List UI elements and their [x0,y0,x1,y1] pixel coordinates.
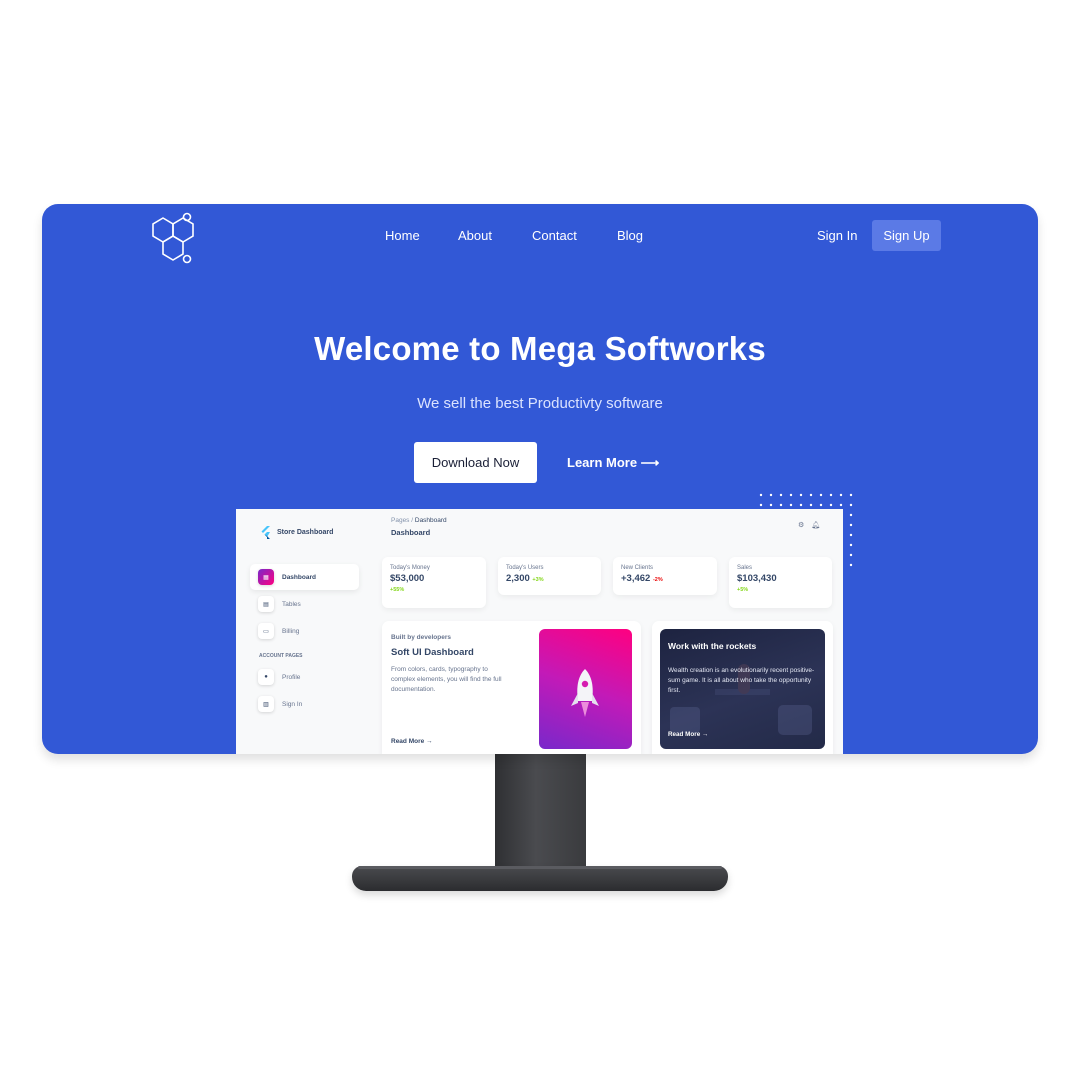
dashboard-brand[interactable]: Store Dashboard [260,526,333,539]
sidebar-item-sign-in[interactable]: ▥ Sign In [250,691,359,717]
sidebar-item-tables[interactable]: ▤ Tables [250,591,359,617]
stat-card: Today's Users 2,300 +3% [498,557,601,595]
learn-more-link[interactable]: Learn More ⟶ [567,455,659,471]
sidebar-section-label: ACCOUNT PAGES [259,653,303,659]
sign-up-button[interactable]: Sign Up [872,220,941,251]
sidebar-item-label: Sign In [282,700,303,708]
stat-value: 2,300 [506,573,530,584]
stat-change: +3% [532,577,544,583]
rockets-card-background: Work with the rockets Wealth creation is… [660,629,825,749]
breadcrumb-root[interactable]: Pages [391,517,409,524]
top-icons: ⚙ 🔔︎ [798,521,820,529]
stat-value-row: 2,300 +3% [506,573,593,584]
sidebar-item-label: Billing [282,627,300,635]
sidebar-item-label: Profile [282,673,301,681]
sidebar-item-label: Tables [282,600,301,608]
stat-change: +5% [737,587,749,593]
hero-title: Welcome to Mega Softworks [314,330,766,367]
read-more-link[interactable]: Read More → [391,738,433,745]
card-description: Wealth creation is an evolutionarily rec… [668,667,815,695]
sidebar-item-dashboard[interactable]: ▦ Dashboard [250,564,359,590]
card-description: From colors, cards, typography to comple… [391,666,502,694]
stat-label: Today's Money [390,565,430,571]
stat-card: Today's Money $53,000 +55% [382,557,486,608]
stat-card: Sales $103,430 +5% [729,557,832,608]
rocket-illustration [539,629,632,749]
breadcrumb: Pages / Dashboard [391,517,447,524]
hero-subtitle: We sell the best Productivty software [417,395,663,412]
rocket-icon [571,669,599,717]
stat-value: $103,430 [737,573,777,584]
user-icon: ● [258,669,274,685]
nav-about[interactable]: About [458,228,532,243]
dashboard-brand-name: Store Dashboard [277,529,334,536]
hexagon-molecule-logo[interactable] [146,208,206,264]
stat-value: $53,000 [390,573,425,584]
sidebar-item-label: Dashboard [282,573,316,581]
stat-card: New Clients +3,462 -2% [613,557,717,595]
shop-icon: ▦ [258,569,274,585]
download-now-button[interactable]: Download Now [414,442,537,483]
stat-label: New Clients [621,565,654,571]
nav-contact[interactable]: Contact [532,228,617,243]
credit-card-icon: ▭ [258,623,274,639]
read-more-link[interactable]: Read More → [668,731,708,738]
monitor-stand-base-highlight [358,866,722,869]
flutter-logo [261,526,270,539]
stat-change: -2% [652,577,663,583]
nav-home[interactable]: Home [385,228,458,243]
page-title: Dashboard [391,528,431,537]
card-kicker: Built by developers [391,634,451,641]
stat-label: Today's Users [506,565,544,571]
sign-in-link[interactable]: Sign In [817,228,857,243]
card-title: Work with the rockets [668,641,757,651]
gear-icon[interactable]: ⚙ [798,521,804,529]
stat-change: +55% [390,587,405,593]
soft-ui-card: Built by developers Soft UI Dashboard Fr… [382,621,641,754]
main-nav: Home About Contact Blog [385,228,677,243]
sidebar-item-profile[interactable]: ● Profile [250,664,359,690]
nav-blog[interactable]: Blog [617,228,677,243]
monitor-stand-neck [495,750,586,878]
office-icon: ▤ [258,596,274,612]
monitor-stand-base [352,866,728,891]
stat-label: Sales [737,565,753,571]
stat-value: +3,462 [621,573,651,584]
rockets-card: Work with the rockets Wealth creation is… [652,621,833,754]
card-title: Soft UI Dashboard [391,647,474,658]
dashboard-preview: Store Dashboard ▦ Dashboard ▤ Tables ▭ B… [236,509,843,754]
bell-icon[interactable]: 🔔︎ [811,521,820,529]
breadcrumb-current: Dashboard [414,517,447,524]
stat-value-row: +3,462 -2% [621,573,709,584]
sidebar-item-billing[interactable]: ▭ Billing [250,618,359,644]
breadcrumb-separator: / [411,517,414,524]
document-icon: ▥ [258,696,274,712]
monitor-screen: Home About Contact Blog Sign In Sign Up … [42,204,1038,754]
